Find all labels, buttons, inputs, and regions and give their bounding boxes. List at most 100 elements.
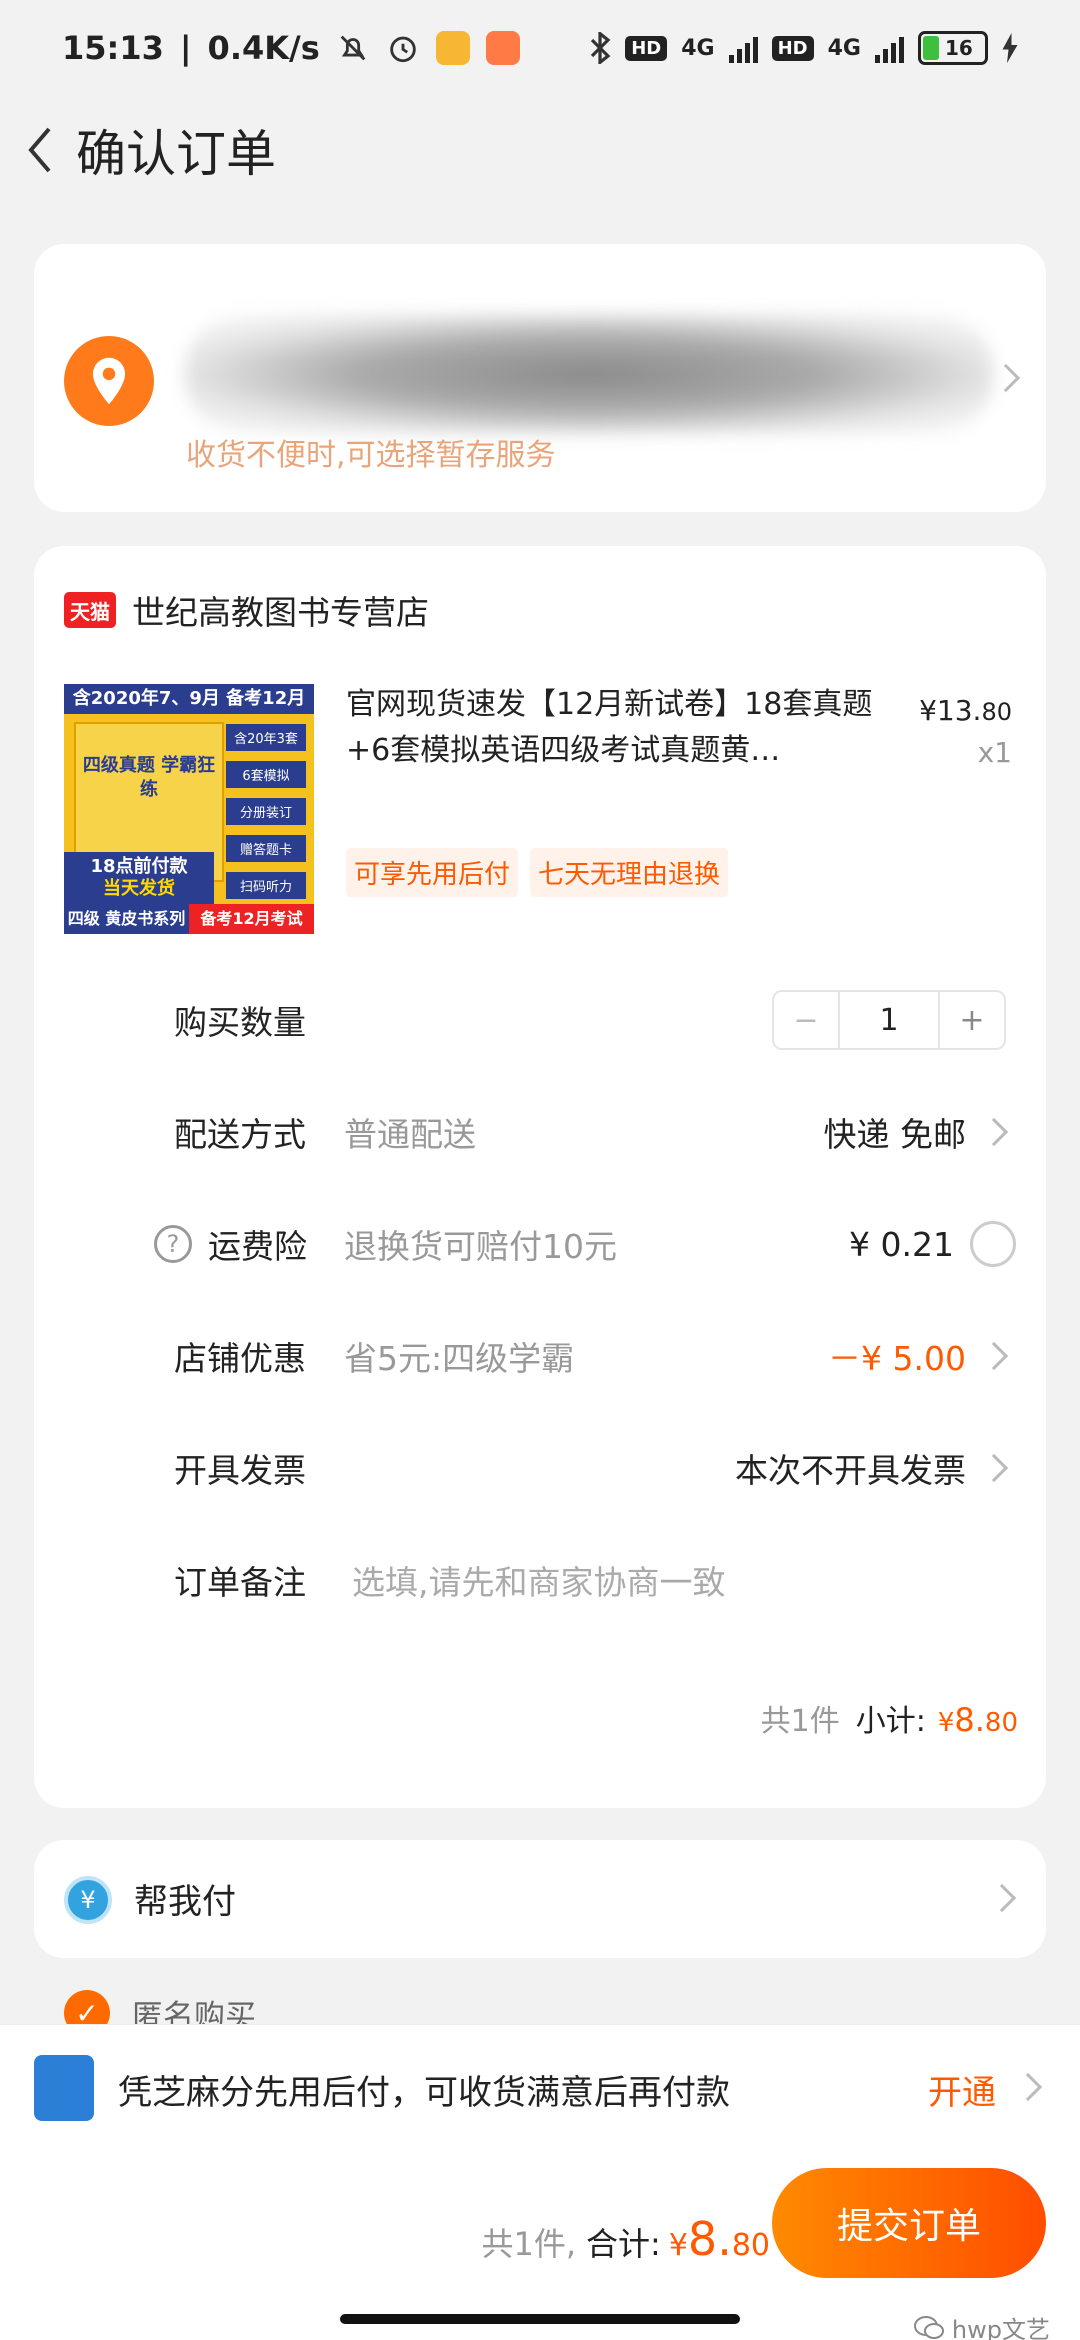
total-count: 共1件, (481, 2225, 577, 2263)
discount-value: －¥ 5.00 (828, 1339, 966, 1378)
watermark-text: hwp文艺 (951, 2316, 1050, 2340)
status-speed: 0.4K/s (207, 29, 320, 67)
product-image-banner-b: 当天发货 (103, 878, 175, 899)
total-currency: ¥ (668, 2228, 688, 2263)
battery-level: 16 (945, 36, 973, 60)
store-name: 世纪高教图书专营店 (132, 593, 429, 632)
redacted-address (184, 314, 994, 434)
help-pay-card[interactable]: ¥ 帮我付 (34, 1840, 1046, 1958)
signal-icon (728, 33, 758, 63)
home-indicator[interactable] (340, 2314, 740, 2324)
status-time: 15:13 (62, 29, 164, 67)
note-input[interactable]: 选填,请先和商家协商一致 (352, 1556, 726, 1604)
subtotal-count: 共1件 (760, 1704, 840, 1739)
product-image-badge: 分册装订 (226, 798, 306, 825)
product-image-bottom: 四级 黄皮书系列 备考12月考试 (64, 904, 314, 934)
tag-free-return: 七天无理由退换 (530, 848, 729, 897)
delivery-label: 配送方式 (174, 1115, 306, 1154)
invoice-value: 本次不开具发票 (735, 1451, 966, 1490)
product-tags: 可享先用后付 七天无理由退换 (346, 848, 729, 897)
order-card: 天猫 世纪高教图书专营店 含2020年7、9月 备考12月 四级真题 学霸狂练 … (34, 546, 1046, 1808)
promo-action[interactable]: 开通 (928, 2065, 996, 2114)
insurance-price: ¥ 0.21 (849, 1224, 954, 1264)
chevron-right-icon (1013, 2072, 1043, 2102)
chevron-left-icon (28, 127, 51, 173)
submit-order-button[interactable]: 提交订单 (772, 2168, 1046, 2278)
help-pay-icon: ¥ (64, 1876, 112, 1924)
subtotal-cents: 80 (984, 1708, 1018, 1738)
address-hint: 收货不便时,可选择暂存服务 (186, 438, 556, 473)
watermark: hwp文艺 (913, 2310, 1050, 2340)
quantity-stepper: − 1 + (772, 990, 1006, 1050)
increase-button[interactable]: + (938, 992, 1004, 1048)
hd-badge-2: HD (771, 35, 814, 61)
delivery-method: 普通配送 (344, 1115, 476, 1154)
product-image-book-title: 四级真题 学霸狂练 (82, 755, 216, 800)
back-button[interactable] (10, 110, 70, 190)
delivery-value: 快递 免邮 (823, 1115, 967, 1154)
address-card[interactable]: 收货不便时,可选择暂存服务 (34, 244, 1046, 512)
subtotal-amount: 8. (954, 1701, 985, 1739)
chevron-right-icon (979, 1453, 1009, 1483)
tag-pay-later: 可享先用后付 (346, 848, 519, 897)
status-left: 15:13 | 0.4K/s (62, 29, 520, 67)
checkout-footer: 共1件, 合计: ¥ 8. 80 提交订单 hwp文艺 (0, 2150, 1080, 2340)
product-image-top-text: 含2020年7、9月 备考12月 (64, 684, 314, 714)
location-pin-icon (64, 336, 154, 426)
product-image-badge: 含20年3套 (226, 724, 306, 751)
total-amount: 8. (687, 2212, 732, 2266)
product-title[interactable]: 官网现货速发【12月新试卷】18套真题+6套模拟英语四级考试真题黄… (346, 682, 876, 774)
help-icon[interactable]: ? (154, 1225, 192, 1263)
promo-text: 凭芝麻分先用后付，可收货满意后再付款 (118, 2073, 730, 2113)
product-image-bottom-left: 四级 黄皮书系列 (64, 904, 189, 934)
chevron-right-icon (979, 1341, 1009, 1371)
notes-app-icon (435, 31, 470, 65)
invoice-label: 开具发票 (174, 1451, 306, 1490)
promo-bar[interactable]: 凭芝麻分先用后付，可收货满意后再付款 开通 (0, 2024, 1080, 2150)
signal-icon-2 (875, 33, 904, 63)
product-price: ¥13.80 (919, 694, 1012, 727)
network-type: 4G (681, 35, 715, 61)
insurance-label: 运费险 (208, 1227, 307, 1266)
note-row: 订单备注 选填,请先和商家协商一致 (34, 1550, 1046, 1610)
insurance-row: ? 运费险 退换货可赔付10元 ¥ 0.21 (34, 1214, 1046, 1274)
note-label: 订单备注 (174, 1563, 306, 1602)
discount-label: 店铺优惠 (174, 1339, 306, 1378)
delivery-row[interactable]: 配送方式 普通配送 快递 免邮 (34, 1102, 1046, 1162)
quantity-value[interactable]: 1 (840, 992, 938, 1048)
product-quantity: x1 (977, 736, 1012, 769)
decrease-button[interactable]: − (774, 992, 840, 1048)
total-cents: 80 (731, 2228, 770, 2263)
quantity-row: 购买数量 − 1 + (34, 990, 1046, 1050)
battery-icon: 16 (918, 31, 988, 65)
discount-row[interactable]: 店铺优惠 省5元:四级学霸 －¥ 5.00 (34, 1326, 1046, 1386)
top-nav: 确认订单 (0, 100, 1080, 200)
total-label: 合计: (586, 2225, 661, 2263)
product-image-badge: 赠答题卡 (226, 835, 306, 862)
bell-off-icon (340, 35, 366, 61)
status-divider: | (179, 29, 192, 67)
discount-desc: 省5元:四级学霸 (344, 1339, 575, 1378)
product-image-badge: 6套模拟 (226, 761, 306, 788)
chevron-right-icon (987, 1883, 1017, 1913)
health-app-icon (485, 31, 520, 65)
charging-icon (1002, 33, 1018, 63)
subtotal-currency: ¥ (937, 1708, 955, 1738)
store-row[interactable]: 天猫 世纪高教图书专营店 (64, 586, 429, 634)
invoice-row[interactable]: 开具发票 本次不开具发票 (34, 1438, 1046, 1498)
wechat-icon (913, 2315, 944, 2339)
price-decimal: 80 (981, 698, 1012, 726)
product-image-banner: 18点前付款 当天发货 (64, 852, 214, 904)
hd-badge: HD (625, 35, 668, 61)
help-pay-label: 帮我付 (134, 1882, 236, 1922)
page-title: 确认订单 (76, 125, 276, 183)
order-total: 共1件, 合计: ¥ 8. 80 (481, 2212, 770, 2266)
shopping-bag-icon (34, 2055, 94, 2121)
subtotal: 共1件 小计: ¥ 8. 80 (761, 1696, 1018, 1740)
network-type-2: 4G (827, 35, 861, 61)
bluetooth-icon (591, 32, 611, 64)
tmall-logo: 天猫 (64, 592, 116, 628)
insurance-radio[interactable] (970, 1221, 1016, 1267)
product-image-badge: 扫码听力 (226, 872, 306, 899)
product-image[interactable]: 含2020年7、9月 备考12月 四级真题 学霸狂练 含20年3套 6套模拟 分… (64, 684, 314, 934)
